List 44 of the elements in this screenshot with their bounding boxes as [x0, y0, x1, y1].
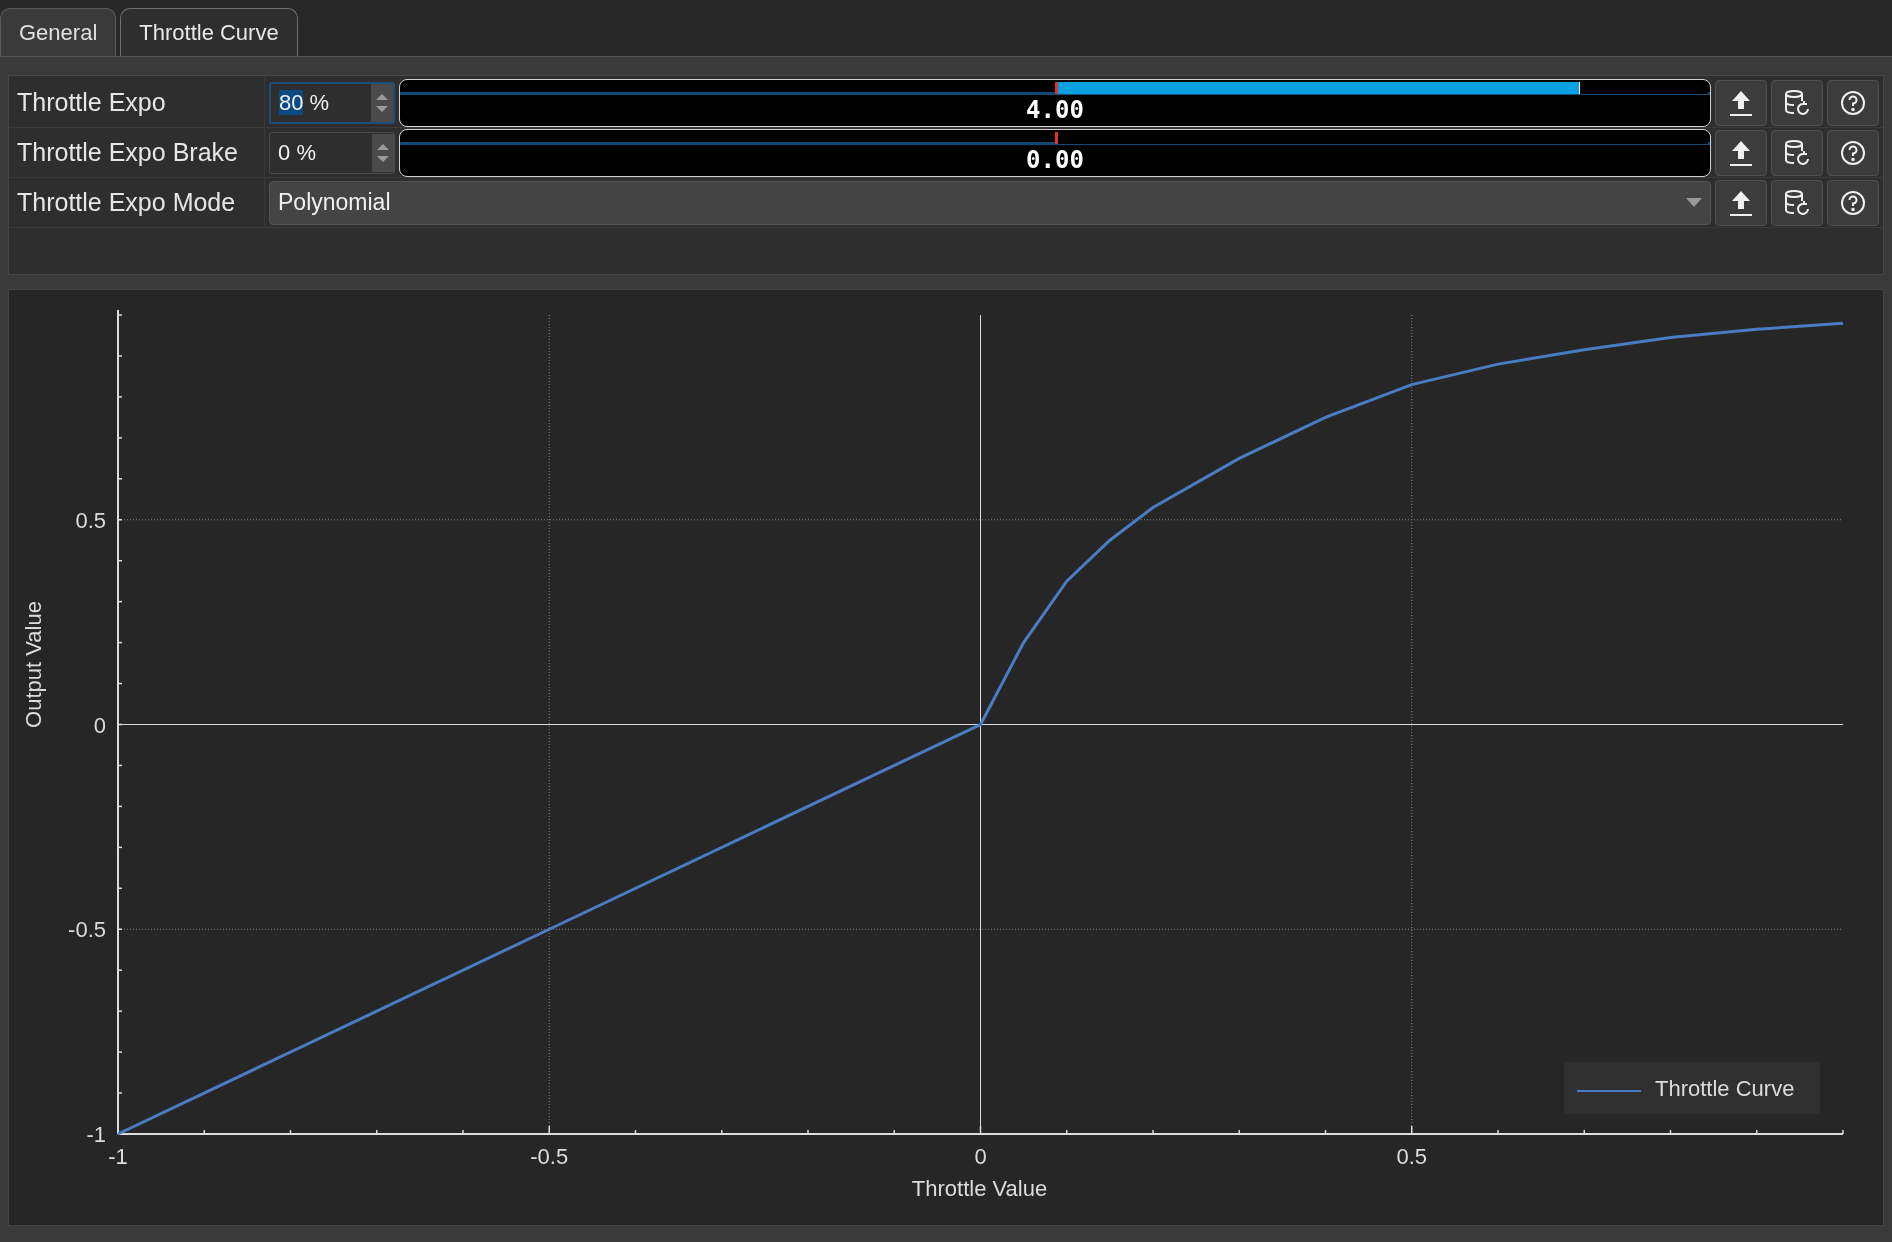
tab[interactable]: Throttle Curve — [120, 8, 298, 56]
slider-reading: 4.00 — [1026, 94, 1084, 125]
restore-button[interactable] — [1771, 129, 1823, 176]
y-tick-label: 0 — [93, 712, 106, 738]
legend-line — [1576, 1090, 1642, 1092]
x-axis-title: Throttle Value — [911, 1176, 1048, 1201]
database-refresh-icon — [1783, 88, 1811, 117]
help-icon — [1839, 188, 1867, 217]
upload-button[interactable] — [1715, 179, 1767, 226]
setting-label: Throttle Expo Mode — [17, 186, 236, 218]
value-slider[interactable]: 4.00 — [399, 78, 1711, 127]
x-tick-label: -1 — [108, 1144, 128, 1169]
x-tick-label: 0 — [974, 1144, 987, 1169]
mode-dropdown[interactable]: Polynomial — [269, 180, 1711, 225]
spin-value: 0 % — [278, 139, 317, 167]
y-axis-title: Output Value — [21, 601, 46, 728]
x-tick-label: 0.5 — [1396, 1144, 1428, 1169]
database-refresh-icon — [1783, 138, 1811, 167]
help-icon — [1839, 88, 1867, 117]
spin-arrows-icon[interactable] — [372, 133, 394, 172]
x-tick-label: -0.5 — [530, 1144, 569, 1169]
y-tick-label: -0.5 — [68, 917, 106, 943]
upload-button[interactable] — [1715, 79, 1767, 126]
setting-label: Throttle Expo Brake — [17, 136, 238, 168]
y-tick-label: 0.5 — [75, 507, 106, 533]
legend-label: Throttle Curve — [1655, 1076, 1795, 1101]
restore-button[interactable] — [1771, 79, 1823, 126]
tab[interactable]: General — [0, 8, 117, 56]
help-icon — [1839, 138, 1867, 167]
help-button[interactable] — [1827, 129, 1879, 176]
help-button[interactable] — [1827, 79, 1879, 126]
database-refresh-icon — [1783, 188, 1811, 217]
value-slider[interactable]: 0.00 — [399, 128, 1711, 177]
upload-button[interactable] — [1715, 129, 1767, 176]
restore-button[interactable] — [1771, 179, 1823, 226]
spin-box[interactable]: 80 % — [269, 81, 395, 124]
help-button[interactable] — [1827, 179, 1879, 226]
spin-value: 80 % — [279, 89, 331, 117]
slider-reading: 0.00 — [1026, 144, 1084, 175]
dropdown-caret-icon — [1686, 197, 1702, 208]
y-tick-label: -1 — [86, 1122, 106, 1147]
spin-arrows-icon[interactable] — [371, 83, 393, 122]
setting-label: Throttle Expo — [17, 86, 166, 118]
spin-box[interactable]: 0 % — [269, 131, 395, 174]
